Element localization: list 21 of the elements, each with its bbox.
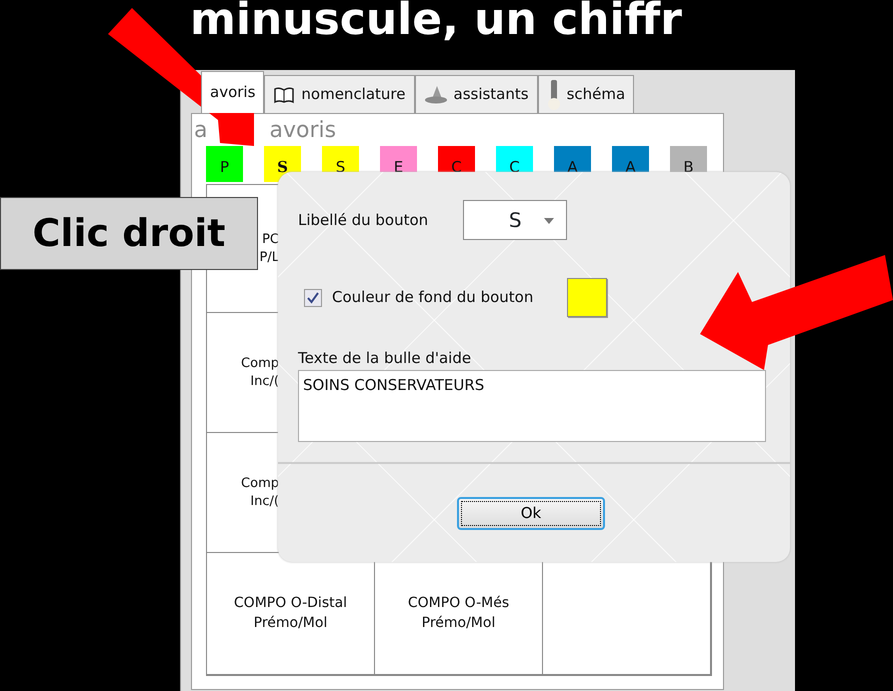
panel-heading: avoris [269, 118, 336, 144]
checkbox-label: Couleur de fond du bouton [332, 287, 534, 308]
color-button[interactable]: P [206, 146, 243, 182]
panel-heading: a [194, 118, 208, 144]
tab[interactable]: avoris [201, 71, 264, 113]
hat-icon [424, 84, 448, 104]
tooltip-text-area[interactable]: SOINS CONSERVATEURS [298, 370, 766, 442]
label-dropdown[interactable]: S [463, 200, 568, 240]
slide-title: minuscule, un chiffr [190, 0, 682, 44]
ok-button[interactable]: Ok [457, 496, 605, 530]
field-label: Libellé du bouton [298, 210, 428, 231]
color-swatch[interactable] [567, 278, 608, 317]
field-label: Texte de la bulle d'aide [298, 348, 472, 369]
caret-icon [544, 218, 554, 224]
tab[interactable]: nomenclature [264, 75, 414, 113]
tab[interactable]: schéma [538, 75, 634, 113]
callout-label: Clic droit [0, 197, 258, 270]
book-icon [273, 86, 296, 104]
checkbox[interactable] [304, 288, 322, 306]
lamp-icon [546, 78, 561, 110]
tab[interactable]: assistants [414, 75, 538, 113]
